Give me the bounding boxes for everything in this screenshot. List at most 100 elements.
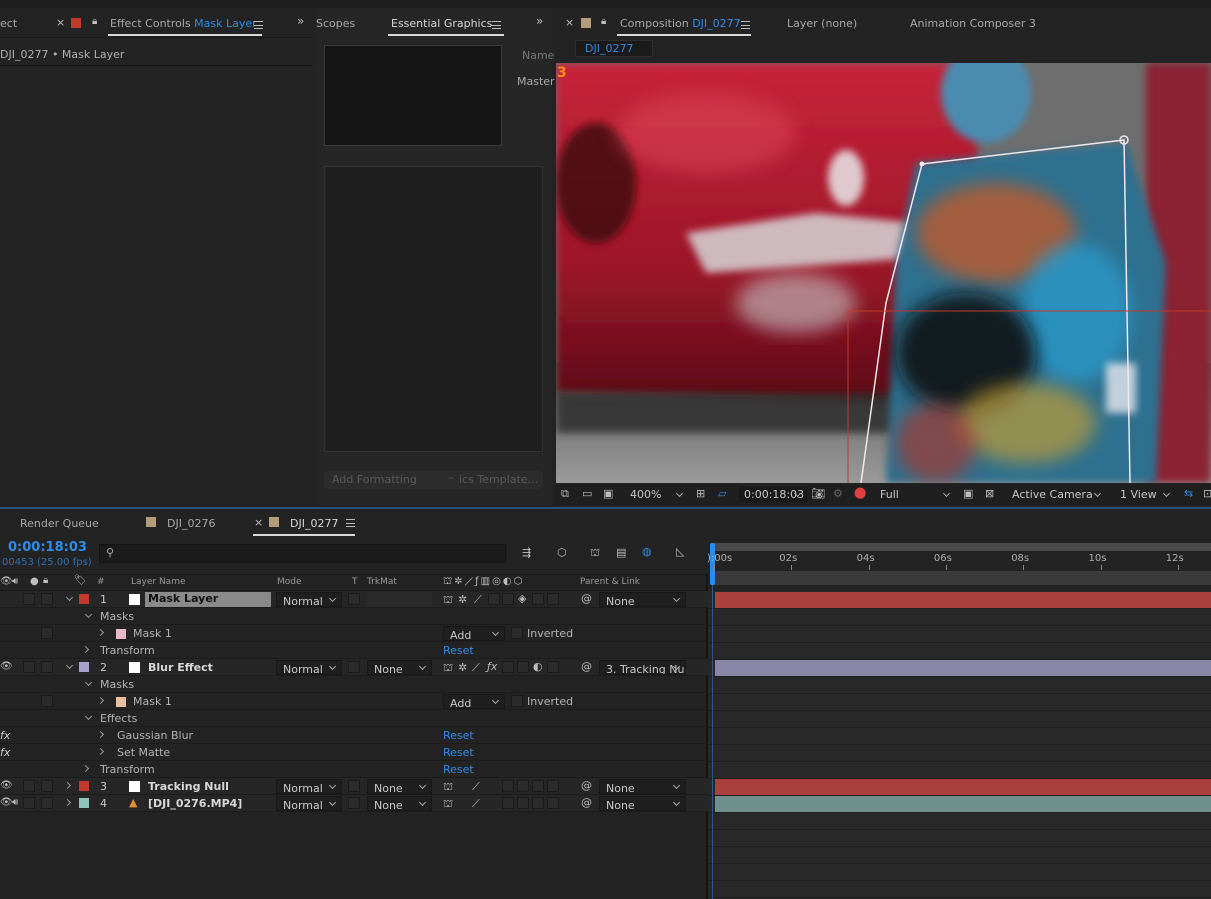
fx-toggle[interactable]: fx (0, 746, 10, 759)
group-row-effects[interactable]: Effects (0, 710, 708, 727)
preserve-transparency-toggle[interactable] (348, 780, 360, 792)
panel-menu-icon[interactable] (346, 519, 355, 527)
parent-dropdown[interactable]: None (599, 592, 686, 608)
quality-switch-icon[interactable]: ⟋ (472, 780, 480, 794)
tab-effect-controls[interactable]: Effect Controls Mask Layer (110, 17, 257, 30)
collapse-switch-icon[interactable]: ✲ (458, 593, 467, 606)
solo-toggle[interactable] (23, 661, 35, 673)
frame-blending-icon[interactable]: ▤ (616, 546, 626, 559)
reset-link[interactable]: Reset (443, 729, 474, 742)
motion-blur-icon[interactable]: ◍ (642, 545, 652, 558)
preserve-transparency-toggle[interactable] (348, 797, 360, 809)
reset-link[interactable]: Reset (443, 644, 474, 657)
chevron-down-icon[interactable] (84, 678, 93, 687)
blend-mode-dropdown[interactable]: Normal (276, 660, 342, 676)
zoom-dropdown[interactable]: 400% (623, 487, 689, 502)
channels-icon[interactable]: ⬤ (854, 486, 866, 499)
group-row-masks[interactable]: Masks (0, 608, 708, 625)
lock-toggle[interactable] (41, 661, 53, 673)
chevron-right-icon[interactable] (96, 696, 105, 705)
adjustment-switch[interactable] (532, 797, 544, 809)
preserve-transparency-toggle[interactable] (348, 661, 360, 673)
parent-dropdown[interactable]: None (599, 779, 686, 795)
mask-row[interactable]: Mask 1 Add Inverted (0, 625, 708, 642)
mask-color-swatch[interactable] (116, 697, 126, 707)
layer-bar-blur-effect[interactable] (715, 660, 1211, 676)
tab-dji-0277[interactable]: DJI_0277 (290, 517, 338, 530)
graph-editor-icon[interactable]: ◺ (676, 545, 684, 558)
panel-menu-icon[interactable] (492, 21, 501, 29)
adjustment-layer-icon[interactable]: ◈ (518, 592, 526, 605)
close-icon[interactable]: × (565, 16, 574, 29)
mask-name[interactable]: Mask 1 (133, 695, 172, 708)
chevron-down-icon[interactable] (65, 661, 74, 670)
layer-bar-footage[interactable] (715, 796, 1211, 812)
color-mgmt-icon[interactable]: ⚙ (833, 487, 843, 500)
fx-switch[interactable] (502, 797, 514, 809)
layer-name[interactable]: Tracking Null (148, 780, 229, 793)
draft-3d-icon[interactable]: ⬡ (557, 546, 567, 559)
transparency-grid-icon[interactable]: ⊠ (985, 487, 994, 500)
fx-switch[interactable] (488, 593, 500, 605)
blend-mode-dropdown[interactable]: Normal (276, 779, 342, 795)
fx-switch[interactable] (502, 780, 514, 792)
tab-essential-graphics[interactable]: Essential Graphics (391, 17, 492, 30)
expand-panels-icon[interactable]: » (297, 14, 304, 28)
chevron-down-icon[interactable] (84, 712, 93, 721)
tab-render-queue[interactable]: Render Queue (20, 517, 99, 530)
camera-icon[interactable]: 📷︎ (811, 487, 825, 500)
mask-name[interactable]: Mask 1 (133, 627, 172, 640)
lock-icon[interactable]: 🔒︎ (601, 16, 606, 27)
trkmat-dropdown[interactable]: None (367, 660, 432, 676)
parent-dropdown[interactable]: 3. Tracking Nu (599, 660, 686, 675)
layer-name-field[interactable]: Mask Layer (145, 592, 271, 607)
reset-exposure-icon[interactable]: ⊡ (1203, 487, 1211, 500)
pick-whip-icon[interactable]: @ (581, 592, 592, 605)
time-ruler[interactable] (708, 537, 1211, 591)
region-icon[interactable]: ⧉ (561, 487, 569, 501)
motion-blur-switch[interactable] (532, 593, 544, 605)
chevron-right-icon[interactable] (96, 730, 105, 739)
blend-mode-dropdown[interactable]: Normal (276, 796, 342, 812)
group-row-transform[interactable]: Transform Reset (0, 761, 708, 778)
layer-bar-tracking-null[interactable] (715, 779, 1211, 795)
shy-switch-icon[interactable]: ⛫ (443, 797, 453, 812)
mask-lock-toggle[interactable] (41, 695, 53, 707)
chevron-right-icon[interactable] (63, 781, 72, 790)
viewer-timecode[interactable]: 0:00:18:03 (739, 487, 807, 502)
reset-link[interactable]: Reset (443, 763, 474, 776)
fx-switch-icon[interactable]: ƒx (487, 660, 497, 673)
fx-toggle[interactable]: fx (0, 729, 10, 742)
layer-row[interactable]: 👁︎ 2 Blur Effect Normal None ⛫ ✲ ⟋ ƒx ◐ … (0, 659, 708, 676)
tab-composition[interactable]: Composition DJI_0277 (620, 17, 741, 30)
chevron-right-icon[interactable] (81, 645, 90, 654)
expand-panels-icon[interactable]: » (536, 14, 543, 28)
mask-lock-toggle[interactable] (41, 627, 53, 639)
mask-color-swatch[interactable] (116, 629, 126, 639)
composition-viewer[interactable]: 3 (556, 63, 1211, 483)
current-time[interactable]: 0:00:18:03 (8, 540, 87, 555)
adjustment-switch[interactable] (532, 780, 544, 792)
layer-row[interactable]: 👁︎ 3 Tracking Null Normal None ⛫ ⟋ @ Non… (0, 778, 708, 795)
tab-animation-composer[interactable]: Animation Composer 3 (910, 17, 1036, 30)
effect-name[interactable]: Gaussian Blur (117, 729, 193, 742)
current-time-indicator[interactable] (710, 543, 715, 585)
chevron-down-icon[interactable] (84, 610, 93, 619)
tab-dji-0276[interactable]: DJI_0276 (167, 517, 215, 530)
mask-row[interactable]: Mask 1 Add Inverted (0, 693, 708, 710)
solo-toggle[interactable] (23, 593, 35, 605)
mask-mode-dropdown[interactable]: Add (443, 694, 505, 710)
inverted-checkbox[interactable] (511, 627, 523, 639)
shy-switch-icon[interactable]: ⛫ (443, 593, 453, 608)
close-icon[interactable]: × (254, 516, 263, 529)
motion-blur-switch[interactable] (517, 661, 529, 673)
layer-label-color[interactable] (79, 594, 89, 604)
panel-menu-icon[interactable] (254, 21, 263, 29)
layer-row[interactable]: 1 Mask Layer Normal ⛫ ✲ ⟋ ◈ @ None (0, 591, 708, 608)
layer-label-color[interactable] (79, 798, 89, 808)
collapse-switch-icon[interactable]: ✲ (458, 661, 467, 674)
3d-switch[interactable] (547, 593, 559, 605)
blend-mode-dropdown[interactable]: Normal (276, 592, 342, 608)
quality-switch-icon[interactable]: ⟋ (472, 797, 480, 811)
eye-icon[interactable]: 👁︎ (0, 661, 13, 672)
